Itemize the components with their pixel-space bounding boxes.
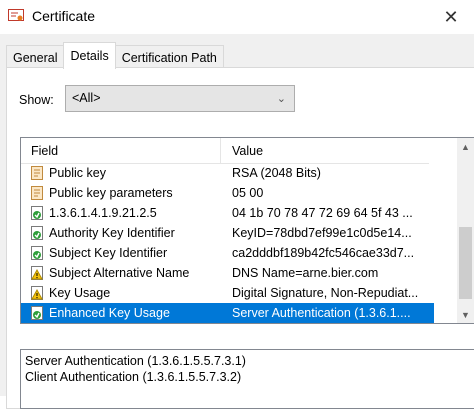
list-item[interactable]: Basic ConstraintsSubject Type=End Entity… [21,323,434,324]
field-value: RSA (2048 Bits) [232,166,321,180]
listview-rows: Public key RSA (2048 Bits) Public key para… [21,163,434,324]
tab-certification-path[interactable]: Certification Path [114,45,224,69]
field-value: ca2dddbf189b42fc546cae33d7... [232,246,415,260]
detail-line: Client Authentication (1.3.6.1.5.5.7.3.2… [25,370,242,384]
field-name: Enhanced Key Usage [49,306,170,320]
field-name: Key Usage [49,286,111,300]
extension-icon [29,305,45,321]
close-button[interactable]: ✕ [428,0,474,34]
field-name: Public key parameters [49,186,173,200]
field-value: DNS Name=arne.bier.com [232,266,379,280]
scroll-down-icon[interactable]: ▼ [457,306,474,323]
list-item[interactable]: Subject Key Identifier ca2dddbf189b42fc54… [21,243,434,263]
fields-listview[interactable]: Field Value Public key RSA (2048 Bits) Pub… [20,137,474,324]
show-dropdown[interactable]: <All> ⌄ [65,85,295,112]
title-bar: Certificate ✕ [0,0,474,34]
field-value: Digital Signature, Non-Repudiat... [232,286,419,300]
scrollbar-thumb[interactable] [459,227,472,299]
chevron-down-icon: ⌄ [276,93,286,105]
critical-extension-icon [29,285,45,301]
tab-general[interactable]: General [6,45,65,69]
show-label: Show: [19,93,54,107]
field-value: Server Authentication (1.3.6.1.... [232,306,411,320]
field-value: 04 1b 70 78 47 72 69 64 5f 43 ... [232,206,413,220]
doc-field-icon [29,165,45,181]
vertical-scrollbar[interactable]: ▲ ▼ [457,138,474,323]
column-header-field[interactable]: Field [31,144,58,158]
critical-extension-icon [29,265,45,281]
field-name: Subject Alternative Name [49,266,190,280]
field-name: Authority Key Identifier [49,226,175,240]
field-detail-box[interactable]: Server Authentication (1.3.6.1.5.5.7.3.1… [20,349,474,409]
list-item[interactable]: Public key parameters 05 00 [21,183,434,203]
field-value: KeyID=78dbd7ef99e1c0d5e14... [232,226,412,240]
window-title: Certificate [32,8,96,24]
list-item[interactable]: Subject Alternative Name DNS Name=arne.bi… [21,263,434,283]
column-header-value[interactable]: Value [232,144,263,158]
extension-icon [29,205,45,221]
detail-line: Server Authentication (1.3.6.1.5.5.7.3.1… [25,354,246,368]
extension-icon [29,245,45,261]
list-item[interactable]: Public key RSA (2048 Bits) [21,163,434,183]
list-item[interactable]: Key Usage Digital Signature, Non-Repudiat… [21,283,434,303]
details-panel: Show: <All> ⌄ Field Value Public key RSA … [6,67,474,409]
dialog-body: General Details Certification Path Show:… [0,34,474,409]
field-name: Subject Key Identifier [49,246,168,260]
list-item[interactable]: 1.3.6.1.4.1.9.21.2.5 04 1b 70 78 47 72 69… [21,203,434,223]
tab-details[interactable]: Details [63,42,116,69]
field-value: 05 00 [232,186,264,200]
list-item[interactable]: Enhanced Key Usage Server Authentication … [21,303,434,323]
tab-strip: General Details Certification Path [6,42,224,69]
show-dropdown-value: <All> [72,91,101,105]
listview-header: Field Value [21,138,429,164]
extension-icon [29,225,45,241]
column-divider[interactable] [220,138,221,163]
doc-field-icon [29,185,45,201]
field-name: 1.3.6.1.4.1.9.21.2.5 [49,206,157,220]
list-item[interactable]: Authority Key Identifier KeyID=78dbd7ef99… [21,223,434,243]
certificate-icon [8,9,24,21]
field-name: Public key [49,166,106,180]
scroll-up-icon[interactable]: ▲ [457,138,474,155]
